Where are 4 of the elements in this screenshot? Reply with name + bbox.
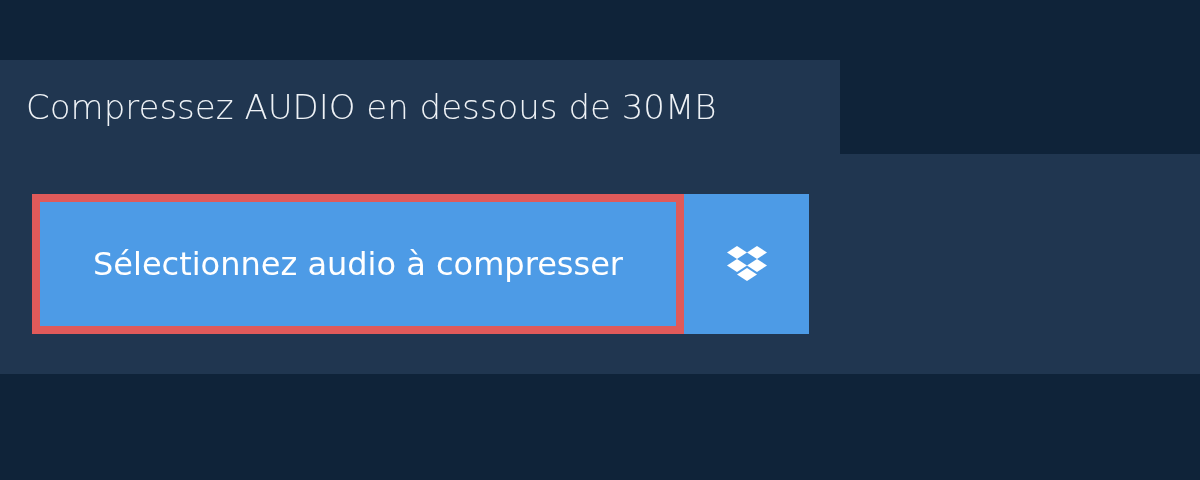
select-audio-button[interactable]: Sélectionnez audio à compresser <box>32 194 684 334</box>
open-boxes-icon <box>726 246 767 282</box>
dropbox-button[interactable] <box>684 194 809 334</box>
page-title: Compressez AUDIO en dessous de 30MB <box>0 60 840 154</box>
